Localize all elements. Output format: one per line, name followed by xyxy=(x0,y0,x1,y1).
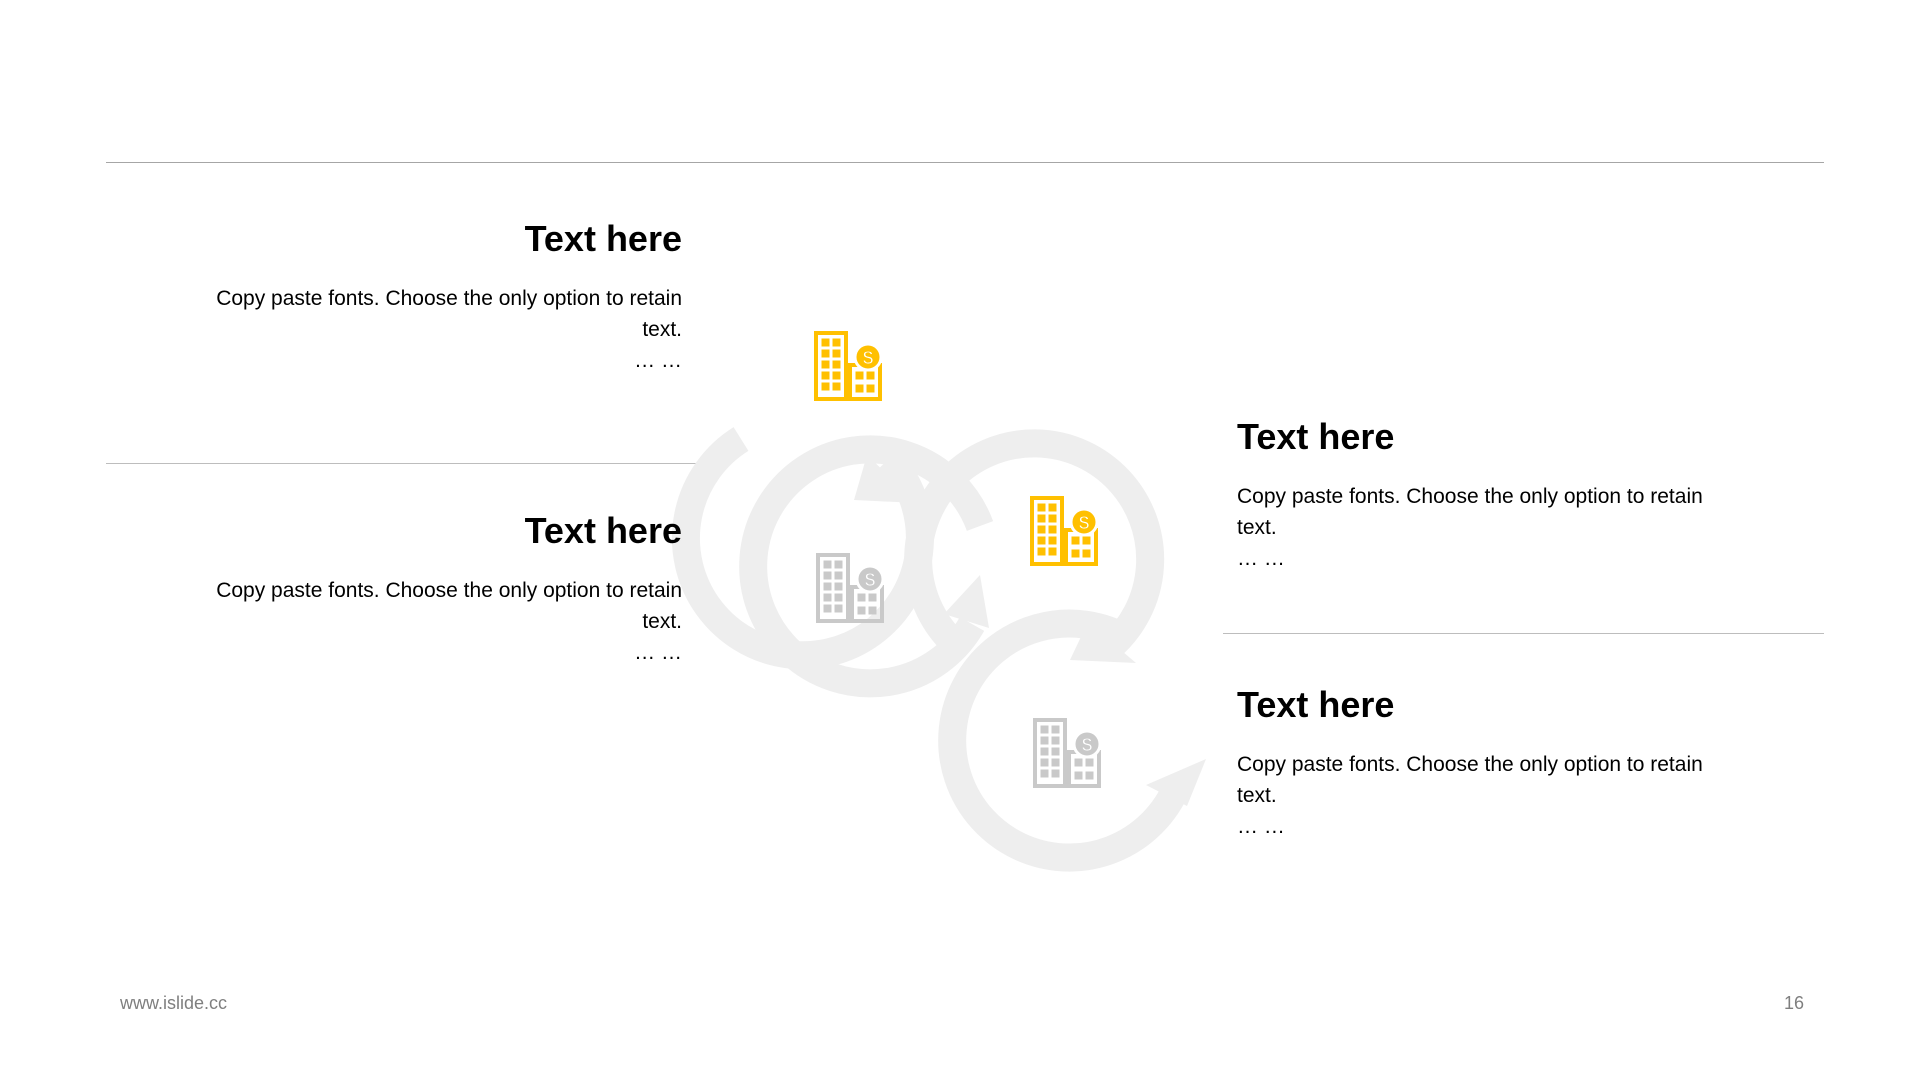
building-dollar-icon xyxy=(1033,718,1102,788)
block-ellipsis: … … xyxy=(634,349,682,372)
text-block-1: Text here Copy paste fonts. Choose the o… xyxy=(182,217,682,377)
block-body: Copy paste fonts. Choose the only option… xyxy=(216,579,682,633)
page-number: 16 xyxy=(1784,993,1805,1013)
text-block-2: Text here Copy paste fonts. Choose the o… xyxy=(182,509,682,669)
block-body: Copy paste fonts. Choose the only option… xyxy=(1237,753,1703,807)
block-body: Copy paste fonts. Choose the only option… xyxy=(216,287,682,341)
block-ellipsis: … … xyxy=(1237,815,1285,838)
building-dollar-icon xyxy=(1030,496,1099,566)
block-ellipsis: … … xyxy=(1237,547,1285,570)
footer-url[interactable]: www.islide.cc xyxy=(120,993,227,1014)
building-dollar-icon xyxy=(816,553,885,623)
slide: $ Text here Copy paste fonts. Choose the… xyxy=(0,0,1920,1080)
block-title: Text here xyxy=(524,218,682,259)
text-block-3: Text here Copy paste fonts. Choose the o… xyxy=(1237,415,1737,575)
block-title: Text here xyxy=(1237,416,1395,457)
text-block-4: Text here Copy paste fonts. Choose the o… xyxy=(1237,683,1737,843)
block-body: Copy paste fonts. Choose the only option… xyxy=(1237,485,1703,539)
building-dollar-icon xyxy=(814,331,883,401)
block-title: Text here xyxy=(1237,684,1395,725)
block-ellipsis: … … xyxy=(634,641,682,664)
block-title: Text here xyxy=(524,510,682,551)
